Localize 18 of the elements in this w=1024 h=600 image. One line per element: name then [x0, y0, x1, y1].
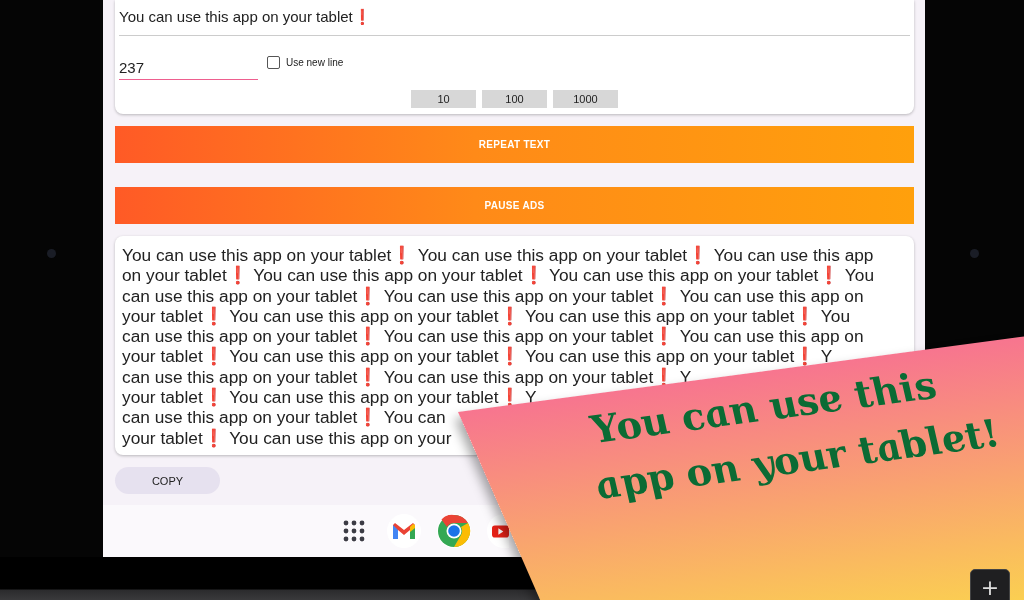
output-text-line: your tablet❗ You can use this app on your tablet❗ You can use this app on your tablet❗ You	[122, 305, 850, 327]
preset-button[interactable]: 1000	[553, 90, 618, 108]
output-text-line: You can use this app on your tablet❗ You can use this app on your tablet❗ You can use this app	[122, 245, 874, 265]
checkbox-label: Use new line	[286, 57, 344, 68]
output-text-line: can use this app on your tablet❗ You can use this app on your tablet❗ You can use this app on	[122, 326, 864, 347]
copy-button[interactable]: COPY	[115, 467, 220, 494]
output-text-line: your tablet❗ You can use this app on your tablet❗ You can use this app on your tablet❗ Y	[122, 346, 833, 367]
output-text-line: your tablet❗ You can use this app on your	[122, 427, 452, 448]
output-text-line: can use this app on your tablet❗ You can	[122, 407, 446, 428]
count-field[interactable]: 237	[119, 53, 258, 80]
output-text-line: on your tablet❗ You can use this app on your tablet❗ You can use this app on your tablet❗ You	[122, 265, 874, 286]
preset-button[interactable]: 100	[482, 90, 547, 108]
add-button[interactable]: +	[970, 569, 1010, 600]
text-input-field[interactable]: You can use this app on your tablet❗	[119, 6, 910, 36]
output-text-line: can use this app on your tablet❗ You can use this app on your tablet❗ Y	[122, 366, 692, 387]
output-text-line: can use this app on your tablet❗ You can use this app on your tablet❗ You can use this app on	[122, 285, 864, 306]
preset-button[interactable]: 10	[411, 90, 476, 108]
output-text-line: your tablet❗ You can use this app on your tablet❗ Y	[122, 387, 537, 408]
